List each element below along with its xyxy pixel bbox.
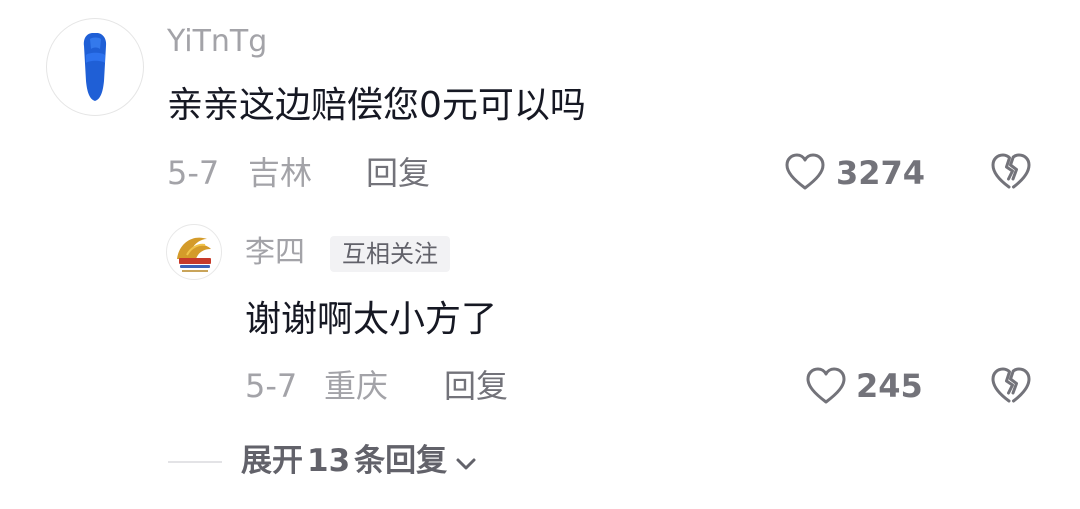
- comment-thread: YiTnTg 亲亲这边赔偿您0元可以吗 5-7 吉林 回复 3274 李四 互相…: [0, 0, 1080, 509]
- broken-heart-icon[interactable]: [989, 366, 1033, 406]
- reply-location: 重庆: [324, 367, 389, 405]
- reply-text: 谢谢啊太小方了: [245, 299, 498, 340]
- avatar[interactable]: [166, 224, 222, 280]
- reply-button[interactable]: 回复: [366, 157, 430, 189]
- comment-username[interactable]: YiTnTg: [167, 27, 267, 57]
- blue-slipper-icon: [83, 33, 107, 101]
- broken-heart-icon[interactable]: [989, 152, 1033, 192]
- gold-logo-avatar-icon: [177, 237, 211, 272]
- reply-button[interactable]: 回复: [444, 370, 508, 402]
- expand-prefix: 展开: [241, 443, 303, 479]
- chevron-down-icon: [455, 446, 477, 477]
- reply-username[interactable]: 李四: [245, 238, 305, 268]
- mutual-follow-badge: 互相关注: [330, 236, 450, 272]
- expand-suffix: 条回复: [354, 443, 448, 479]
- avatar[interactable]: [46, 18, 144, 116]
- comment-text: 亲亲这边赔偿您0元可以吗: [167, 85, 586, 126]
- reply-date: 5-7: [245, 367, 298, 405]
- comment-location: 吉林: [248, 154, 313, 192]
- like-count: 245: [856, 367, 923, 405]
- like-count: 3274: [836, 154, 926, 192]
- divider: [168, 461, 222, 463]
- comment-date: 5-7: [167, 154, 220, 192]
- expand-replies-button[interactable]: 展开 13 条回复: [241, 446, 477, 477]
- heart-outline-icon[interactable]: [783, 152, 827, 192]
- heart-outline-icon[interactable]: [804, 366, 848, 406]
- expand-count: 13: [307, 443, 351, 479]
